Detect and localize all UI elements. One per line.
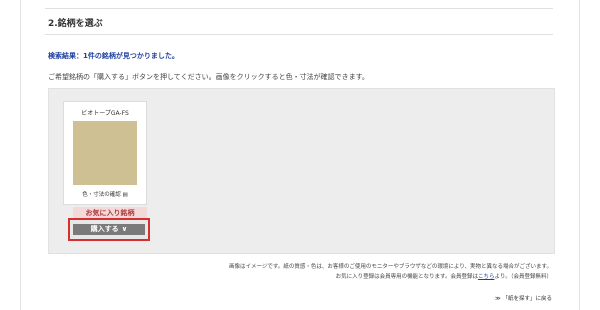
- search-result-text: 検索結果：1件の銘柄が見つかりました。: [48, 52, 179, 60]
- image-disclaimer-note: 画像はイメージです。紙の質感・色は、お客様のご使用のモニターやブラウザなどの環境…: [229, 264, 552, 270]
- buy-button-label: 購入する: [90, 225, 119, 233]
- member-note: お気に入り登録は会員専用の機能となります。会員登録はこちらより。（会員登録無料）: [336, 272, 552, 280]
- member-register-link[interactable]: こちら: [478, 274, 495, 280]
- product-card[interactable]: ビオトープGA-FS 色・寸法の確認 ▤: [63, 101, 147, 205]
- instruction-text: ご希望銘柄の「購入する」ボタンを押してください。画像をクリックすると色・寸法が確…: [48, 73, 369, 81]
- product-list-area: ビオトープGA-FS 色・寸法の確認 ▤ お気に入り銘柄 購入する ∨: [48, 88, 555, 254]
- product-name: ビオトープGA-FS: [81, 110, 129, 117]
- section-divider: [45, 34, 553, 35]
- member-note-text: お気に入り登録は会員専用の機能となります。会員登録は: [335, 274, 478, 280]
- top-divider: [45, 8, 553, 9]
- product-swatch-image[interactable]: [73, 121, 137, 185]
- section-title: 2.銘柄を選ぶ: [48, 19, 103, 29]
- color-size-check-link[interactable]: 色・寸法の確認 ▤: [64, 190, 146, 198]
- chevron-down-icon: ∨: [121, 225, 128, 233]
- buy-button-highlight: 購入する ∨: [68, 218, 150, 241]
- member-note-suffix: より。（会員登録無料）: [494, 274, 552, 280]
- buy-button[interactable]: 購入する ∨: [73, 224, 145, 235]
- back-to-search-link[interactable]: ≫ 「紙を探す」に戻る: [495, 294, 552, 302]
